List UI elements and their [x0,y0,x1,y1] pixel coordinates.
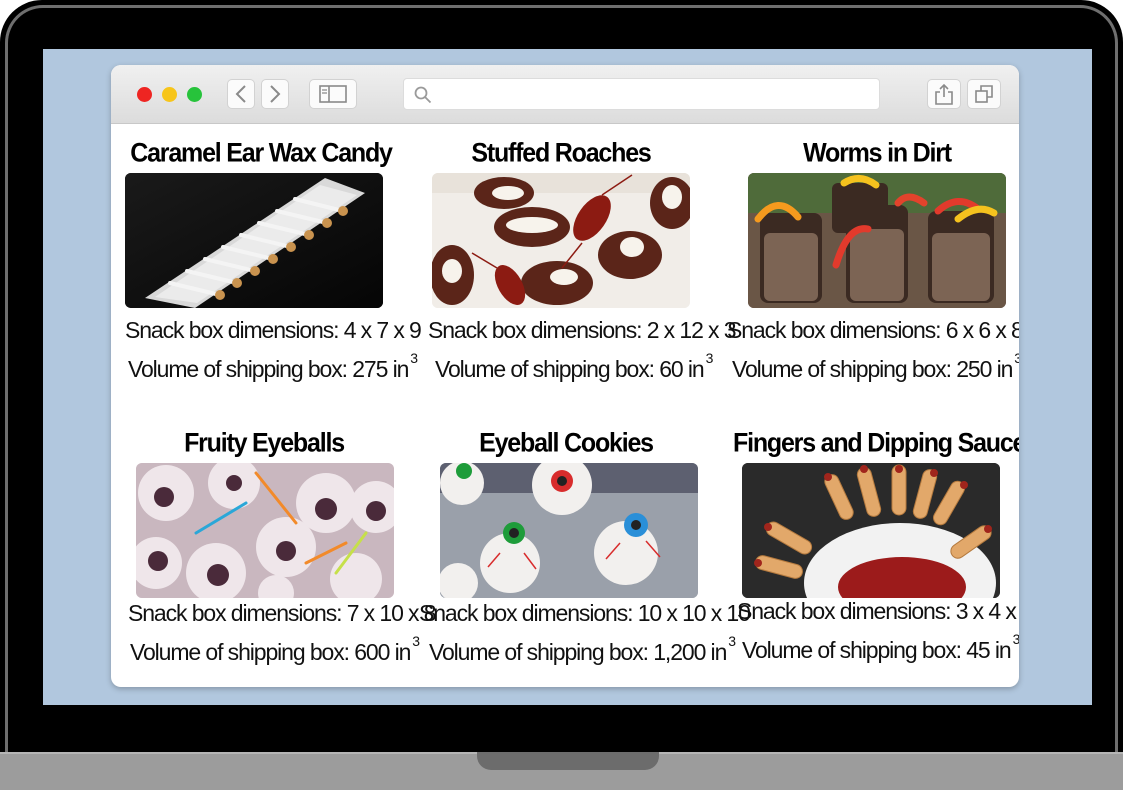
volume-exponent: 3 [410,350,418,366]
volume-text: Volume of shipping box: 600 in [130,639,411,665]
product-photo-worms-in-dirt [748,173,1006,308]
share-button[interactable] [927,79,961,109]
volume-text: Volume of shipping box: 1,200 in [429,639,727,665]
product-info: Snack box dimensions: 3 x 4 x 4 Volume o… [737,598,1019,664]
volume-text: Volume of shipping box: 250 in [732,356,1013,382]
product-info: Snack box dimensions: 7 x 10 x 8 Volume … [128,600,437,666]
zoom-button[interactable] [187,87,202,102]
sidebar-icon [319,85,347,103]
volume-exponent: 3 [705,350,714,366]
product-info: Snack box dimensions: 6 x 6 x 8 Volume o… [727,317,1019,383]
shipping-box-volume: Volume of shipping box: 60 in 3 [428,350,735,383]
volume-text: Volume of shipping box: 275 in [128,356,409,382]
shipping-box-volume: Volume of shipping box: 600 in 3 [128,633,435,666]
sidebar-button[interactable] [309,79,357,109]
tabs-icon [975,85,993,103]
browser-window: Caramel Ear Wax Candy Snack box dimensio… [111,65,1019,687]
tabs-button[interactable] [967,79,1001,109]
forward-chevron-icon [270,85,281,103]
back-chevron-icon [235,85,246,103]
snack-box-dimensions: Snack box dimensions: 2 x 12 x 3 [428,317,737,343]
close-button[interactable] [137,87,152,102]
search-icon [414,86,432,104]
shipping-box-volume: Volume of shipping box: 45 in 3 [737,631,1019,664]
snack-box-dimensions: Snack box dimensions: 4 x 7 x 9 [125,317,422,343]
product-info: Snack box dimensions: 4 x 7 x 9 Volume o… [125,317,422,383]
minimize-button[interactable] [162,87,177,102]
product-info: Snack box dimensions: 10 x 10 x 10 Volum… [419,600,751,666]
product-photo-caramel-ear-wax [125,173,383,308]
snack-box-dimensions: Snack box dimensions: 10 x 10 x 10 [419,600,751,626]
forward-button[interactable] [261,79,289,109]
product-info: Snack box dimensions: 2 x 12 x 3 Volume … [428,317,737,383]
product-photo-stuffed-roaches [432,173,690,308]
address-bar[interactable] [403,78,880,110]
snack-box-dimensions: Snack box dimensions: 3 x 4 x 4 [737,598,1019,624]
product-photo-fruity-eyeballs [136,463,394,598]
share-icon [935,83,953,105]
product-title: Fingers and Dipping Sauce [733,427,1019,459]
back-button[interactable] [227,79,255,109]
product-title: Worms in Dirt [803,137,952,169]
volume-exponent: 3 [1014,350,1019,366]
volume-exponent: 3 [728,633,736,649]
product-title: Eyeball Cookies [479,427,654,459]
volume-text: Volume of shipping box: 45 in [742,637,1012,663]
shipping-box-volume: Volume of shipping box: 275 in 3 [125,350,421,383]
snack-box-dimensions: Snack box dimensions: 6 x 6 x 8 [727,317,1019,343]
product-title: Fruity Eyeballs [184,427,345,459]
volume-exponent: 3 [1012,631,1019,647]
volume-text: Volume of shipping box: 60 in [435,356,705,382]
shipping-box-volume: Volume of shipping box: 1,200 in 3 [419,633,750,666]
volume-exponent: 3 [412,633,420,649]
product-title: Caramel Ear Wax Candy [130,137,393,169]
product-photo-eyeball-cookies [440,463,698,598]
laptop-notch [477,752,659,770]
snack-box-dimensions: Snack box dimensions: 7 x 10 x 8 [128,600,437,626]
product-photo-fingers-and-dipping-sauce [742,463,1000,598]
shipping-box-volume: Volume of shipping box: 250 in 3 [727,350,1019,383]
browser-toolbar [111,65,1019,124]
product-title: Stuffed Roaches [471,137,651,169]
